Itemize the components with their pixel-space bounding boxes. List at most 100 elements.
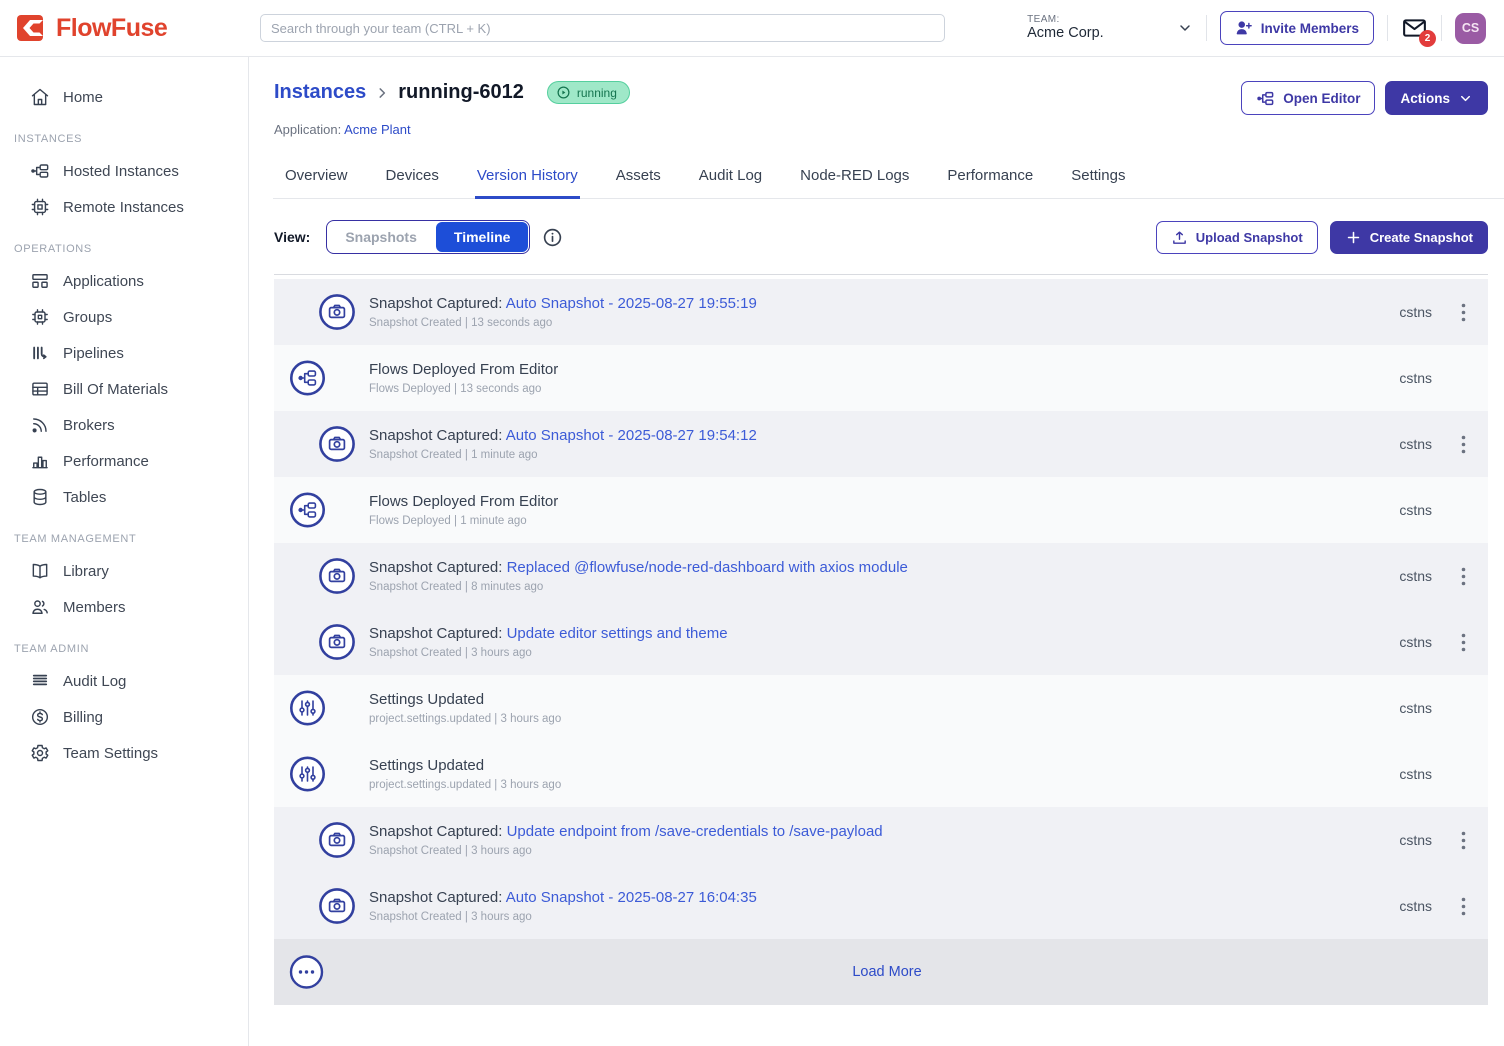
timeline-rail: [274, 675, 362, 741]
create-snapshot-button[interactable]: Create Snapshot: [1330, 221, 1488, 254]
kebab-menu-icon[interactable]: [1454, 303, 1472, 322]
notification-badge: 2: [1419, 30, 1436, 47]
header-actions: TEAM: Acme Corp. Invite Members 2 CS: [1027, 11, 1486, 45]
sidebar-item-label: Bill Of Materials: [63, 381, 168, 398]
upload-snapshot-button[interactable]: Upload Snapshot: [1156, 221, 1318, 254]
members-icon: [30, 597, 50, 617]
timeline-row-title-prefix: Snapshot Captured:: [369, 823, 507, 840]
sidebar-item-team-settings[interactable]: Team Settings: [0, 735, 248, 771]
kebab-menu-icon[interactable]: [1454, 897, 1472, 916]
sidebar-item-remote-instances[interactable]: Remote Instances: [0, 189, 248, 225]
timeline-row-title-prefix: Snapshot Captured:: [369, 625, 507, 642]
tab-settings[interactable]: Settings: [1069, 159, 1127, 199]
chevron-right-icon: [375, 86, 389, 100]
sidebar-item-hosted-instances[interactable]: Hosted Instances: [0, 153, 248, 189]
flowfuse-logo[interactable]: FlowFuse: [16, 12, 260, 44]
sidebar-item-tables[interactable]: Tables: [0, 479, 248, 515]
timeline-row-title-link[interactable]: Update editor settings and theme: [507, 625, 728, 642]
sidebar-item-brokers[interactable]: Brokers: [0, 407, 248, 443]
timeline-rail: [274, 279, 362, 345]
sidebar-item-applications[interactable]: Applications: [0, 263, 248, 299]
team-selector[interactable]: TEAM: Acme Corp.: [1027, 14, 1104, 42]
breadcrumb: Instances running-6012 running: [274, 81, 630, 104]
timeline-row-title-prefix: Snapshot Captured:: [369, 889, 506, 906]
toggle-timeline[interactable]: Timeline: [436, 222, 529, 252]
load-more-row: Load More: [274, 939, 1488, 1005]
invite-members-button[interactable]: Invite Members: [1220, 11, 1374, 45]
sidebar-item-pipelines[interactable]: Pipelines: [0, 335, 248, 371]
tab-overview[interactable]: Overview: [283, 159, 350, 199]
sidebar: Home INSTANCES Hosted Instances Remote I…: [0, 57, 249, 1046]
sidebar-item-bill-of-materials[interactable]: Bill Of Materials: [0, 371, 248, 407]
chevron-down-icon: [1458, 91, 1473, 106]
applications-icon: [30, 271, 50, 291]
sidebar-item-groups[interactable]: Groups: [0, 299, 248, 335]
sidebar-item-audit-log[interactable]: Audit Log: [0, 663, 248, 699]
timeline-row-title-prefix: Snapshot Captured:: [369, 295, 506, 312]
billing-icon: [30, 707, 50, 727]
kebab-menu-icon[interactable]: [1454, 435, 1472, 454]
info-icon[interactable]: [542, 227, 563, 248]
timeline-row-title-link[interactable]: Auto Snapshot - 2025-08-27 16:04:35: [506, 889, 757, 906]
toggle-snapshots[interactable]: Snapshots: [327, 221, 435, 253]
sidebar-item-library[interactable]: Library: [0, 553, 248, 589]
kebab-menu-icon[interactable]: [1454, 567, 1472, 586]
chevron-down-icon[interactable]: [1177, 20, 1193, 36]
timeline-row-title: Snapshot Captured: Auto Snapshot - 2025-…: [369, 427, 1399, 444]
timeline-rail: [274, 609, 362, 675]
tab-bar: Overview Devices Version History Assets Audi…: [273, 159, 1504, 199]
upload-snapshot-label: Upload Snapshot: [1196, 230, 1303, 245]
play-circle-icon: [556, 85, 571, 100]
breadcrumb-instances-link[interactable]: Instances: [274, 81, 366, 104]
tables-icon: [30, 487, 50, 507]
tab-node-red-logs[interactable]: Node-RED Logs: [798, 159, 911, 199]
timeline-row-title: Settings Updated: [369, 691, 1399, 708]
application-link[interactable]: Acme Plant: [344, 122, 410, 137]
timeline-row-title-link[interactable]: Auto Snapshot - 2025-08-27 19:55:19: [506, 295, 757, 312]
tab-performance[interactable]: Performance: [945, 159, 1035, 199]
timeline-row-subtitle: project.settings.updated | 3 hours ago: [369, 779, 1399, 791]
timeline-row: Settings Updated project.settings.update…: [274, 741, 1488, 807]
timeline-row-user: cstns: [1399, 568, 1432, 584]
sidebar-item-label: Brokers: [63, 417, 115, 434]
timeline-row-title-prefix: Snapshot Captured:: [369, 427, 506, 444]
team-name: Acme Corp.: [1027, 25, 1104, 42]
tab-audit-log[interactable]: Audit Log: [697, 159, 764, 199]
timeline-row-title: Flows Deployed From Editor: [369, 493, 1399, 510]
avatar[interactable]: CS: [1455, 13, 1486, 44]
sidebar-item-billing[interactable]: Billing: [0, 699, 248, 735]
sidebar-item-home[interactable]: Home: [0, 79, 248, 115]
timeline-row: Snapshot Captured: Auto Snapshot - 2025-…: [274, 279, 1488, 345]
sidebar-item-members[interactable]: Members: [0, 589, 248, 625]
timeline-row-title-link[interactable]: Update endpoint from /save-credentials t…: [507, 823, 883, 840]
tab-devices[interactable]: Devices: [384, 159, 441, 199]
timeline-toolbar: View: Snapshots Timeline Upload Snapshot: [274, 199, 1488, 275]
timeline-rail: [274, 807, 362, 873]
kebab-menu-icon[interactable]: [1454, 633, 1472, 652]
search-input[interactable]: [260, 14, 945, 42]
sidebar-item-performance[interactable]: Performance: [0, 443, 248, 479]
sidebar-item-label: Applications: [63, 273, 144, 290]
timeline-row-title-prefix: Snapshot Captured:: [369, 559, 507, 576]
timeline-row-subtitle: project.settings.updated | 3 hours ago: [369, 713, 1399, 725]
divider: [1441, 15, 1442, 41]
status-label: running: [577, 86, 617, 100]
view-toggle: Snapshots Timeline: [326, 220, 530, 254]
timeline-row-title-link[interactable]: Auto Snapshot - 2025-08-27 19:54:12: [506, 427, 757, 444]
actions-button[interactable]: Actions: [1385, 81, 1488, 115]
bill-of-materials-icon: [30, 379, 50, 399]
timeline-row-user: cstns: [1399, 832, 1432, 848]
sidebar-item-label: Performance: [63, 453, 149, 470]
create-snapshot-label: Create Snapshot: [1370, 230, 1473, 245]
load-more-link[interactable]: Load More: [362, 964, 1412, 980]
tab-assets[interactable]: Assets: [614, 159, 663, 199]
open-editor-button[interactable]: Open Editor: [1241, 81, 1375, 115]
sidebar-item-label: Groups: [63, 309, 112, 326]
pipelines-icon: [30, 343, 50, 363]
timeline-rail: [274, 873, 362, 939]
kebab-menu-icon[interactable]: [1454, 831, 1472, 850]
timeline-row-title-link[interactable]: Replaced @flowfuse/node-red-dashboard wi…: [507, 559, 908, 576]
notifications-button[interactable]: 2: [1401, 16, 1428, 40]
sidebar-item-label: Team Settings: [63, 745, 158, 762]
tab-version-history[interactable]: Version History: [475, 159, 580, 199]
